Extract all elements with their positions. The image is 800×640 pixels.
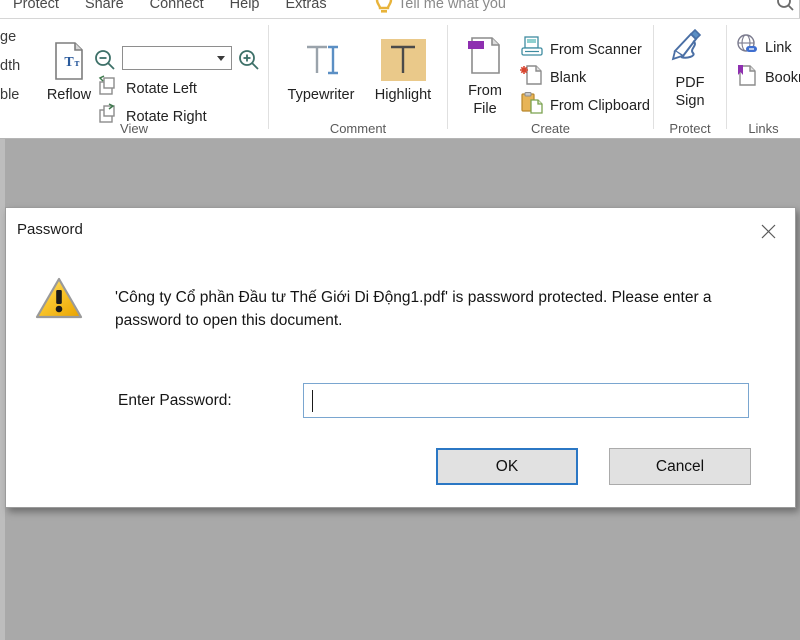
pdf-sign-button[interactable]: PDF Sign: [658, 28, 722, 110]
close-icon[interactable]: [755, 218, 781, 244]
password-input[interactable]: [303, 383, 749, 418]
reflow-label: Reflow: [46, 87, 92, 103]
view-label-width[interactable]: dth: [0, 52, 28, 81]
ribbon-tabs: Protect Share Connect Help Extras: [0, 0, 340, 18]
ok-button[interactable]: OK: [436, 448, 578, 485]
blank-label: Blank: [550, 69, 587, 86]
zoom-in-icon[interactable]: [236, 47, 262, 78]
rotate-left-button[interactable]: Rotate Left: [96, 75, 197, 102]
from-clipboard-button[interactable]: From Clipboard: [520, 91, 650, 120]
tab-connect[interactable]: Connect: [137, 0, 217, 18]
from-clipboard-label: From Clipboard: [550, 97, 650, 114]
dialog-message: 'Công ty Cổ phần Đầu tư Thế Giới Di Động…: [115, 289, 712, 329]
svg-text:T: T: [64, 55, 74, 70]
reflow-button[interactable]: T т Reflow: [38, 41, 100, 104]
bookmark-label: Bookm: [765, 69, 800, 86]
bookmark-button[interactable]: Bookm: [735, 63, 800, 92]
reflow-text-icon: T т: [53, 42, 85, 85]
view-label-visible[interactable]: ble: [0, 81, 28, 110]
typewriter-button[interactable]: Typewriter: [277, 37, 365, 104]
group-label-comment: Comment: [329, 121, 387, 136]
view-truncated-labels: ge dth ble: [0, 23, 28, 110]
lightbulb-icon[interactable]: [373, 0, 395, 17]
password-label: Enter Password:: [118, 392, 232, 409]
rotate-left-icon: [96, 75, 120, 102]
link-label: Link: [765, 39, 792, 56]
from-scanner-label: From Scanner: [550, 41, 642, 58]
typewriter-label: Typewriter: [287, 87, 355, 103]
tab-protect[interactable]: Protect: [0, 0, 72, 18]
ribbon: Protect Share Connect Help Extras Tell m…: [0, 0, 800, 139]
tell-me-input[interactable]: Tell me what you: [398, 0, 506, 18]
clipboard-icon: [520, 91, 544, 120]
from-file-label-line1: From: [468, 83, 502, 99]
group-label-protect: Protect: [669, 121, 711, 136]
cancel-button[interactable]: Cancel: [609, 448, 751, 485]
rotate-left-label: Rotate Left: [126, 80, 197, 97]
pdf-sign-pen-icon: [667, 28, 713, 73]
chevron-down-icon[interactable]: [217, 56, 225, 61]
zoom-level-combobox[interactable]: [122, 46, 232, 70]
ribbon-group-view: ge dth ble T т Reflow Rotate Left Rotate…: [0, 19, 268, 138]
scanner-icon: [520, 35, 544, 64]
text-caret: [312, 390, 313, 412]
ribbon-group-protect: PDF Sign Protect: [654, 19, 726, 138]
from-file-label-line2: File: [473, 101, 497, 117]
from-scanner-button[interactable]: From Scanner: [520, 35, 642, 64]
ribbon-right-icons: [772, 0, 796, 18]
blank-page-icon: [520, 63, 544, 92]
dialog-title: Password: [17, 221, 83, 238]
ribbon-group-comment: Typewriter Highlight Comment: [269, 19, 447, 138]
tab-extras[interactable]: Extras: [272, 0, 339, 18]
tab-help[interactable]: Help: [217, 0, 273, 18]
group-label-view: View: [120, 121, 148, 136]
highlight-icon: [380, 37, 426, 81]
ribbon-content: ge dth ble T т Reflow Rotate Left Rotate…: [0, 19, 800, 139]
bookmark-icon: [735, 63, 759, 92]
ribbon-tab-bar: Protect Share Connect Help Extras Tell m…: [0, 0, 800, 19]
warning-triangle-icon: [35, 276, 83, 320]
from-file-button[interactable]: From File: [454, 33, 516, 118]
highlight-label: Highlight: [374, 87, 432, 103]
svg-text:т: т: [75, 58, 80, 69]
app-root: Protect Share Connect Help Extras Tell m…: [0, 0, 800, 640]
tab-share[interactable]: Share: [72, 0, 137, 18]
view-label-page[interactable]: ge: [0, 23, 28, 52]
group-label-create: Create: [530, 121, 571, 136]
ribbon-group-links: Link Bookm Links: [727, 19, 800, 138]
highlight-button[interactable]: Highlight: [367, 37, 439, 104]
group-label-links: Links: [748, 121, 779, 136]
zoom-out-icon[interactable]: [92, 47, 118, 78]
pdf-sign-label-line1: PDF: [675, 75, 705, 91]
typewriter-icon: [297, 45, 345, 85]
ribbon-group-create: From File From Scanner Blank From Clipbo…: [448, 19, 653, 138]
pdf-sign-label-line2: Sign: [675, 93, 705, 109]
blank-button[interactable]: Blank: [520, 63, 586, 92]
link-button[interactable]: Link: [735, 33, 792, 62]
globe-link-icon: [735, 33, 759, 62]
search-icon[interactable]: [772, 0, 796, 18]
from-file-icon: [468, 37, 502, 81]
